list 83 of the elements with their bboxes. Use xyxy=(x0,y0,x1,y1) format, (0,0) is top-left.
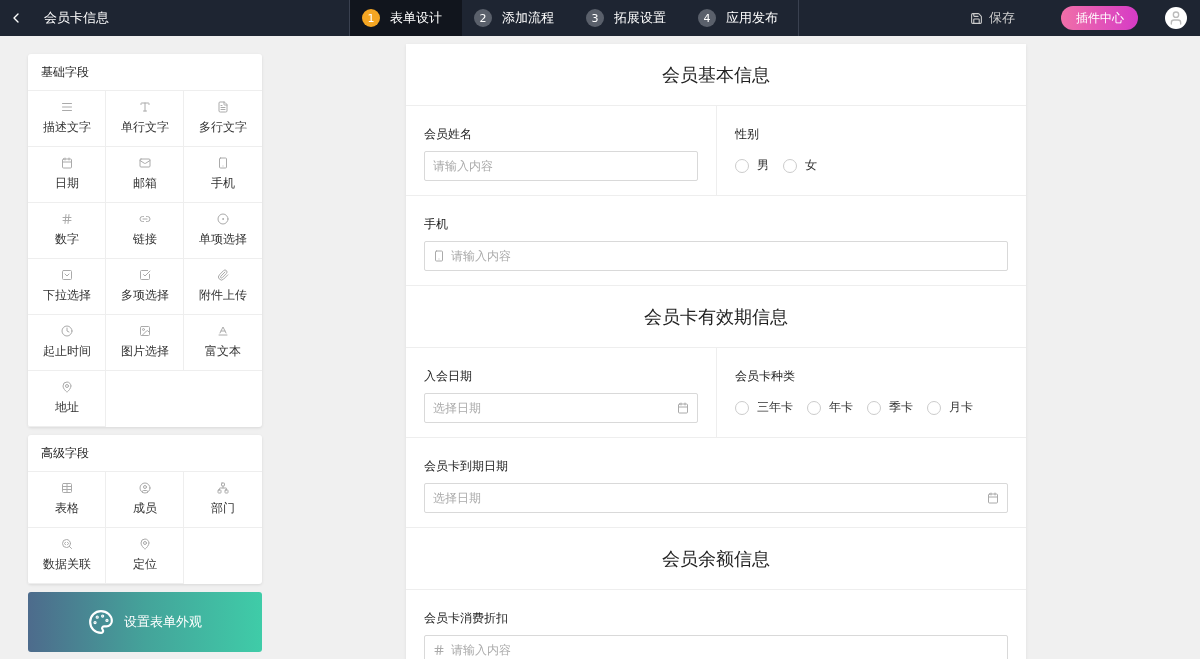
field-type-item[interactable]: 富文本 xyxy=(184,315,262,371)
step-number: 4 xyxy=(698,9,716,27)
step-number: 2 xyxy=(474,9,492,27)
field-type-item[interactable]: 附件上传 xyxy=(184,259,262,315)
field-type-item[interactable]: 链接 xyxy=(106,203,184,259)
field-type-item[interactable]: 成员 xyxy=(106,472,184,528)
calendar-icon xyxy=(987,492,999,504)
phone-icon xyxy=(433,250,445,262)
field-type-item[interactable]: 数据关联 xyxy=(28,528,106,584)
step-number: 1 xyxy=(362,9,380,27)
step-label: 表单设计 xyxy=(390,9,442,27)
field-type-item[interactable]: 图片选择 xyxy=(106,315,184,371)
map-pin-icon xyxy=(60,381,73,393)
radio-option[interactable]: 男 xyxy=(735,157,769,174)
field-type-item[interactable]: 地址 xyxy=(28,371,106,427)
step-label: 应用发布 xyxy=(726,9,778,27)
hash-icon xyxy=(60,213,73,225)
radio-icon xyxy=(217,213,229,225)
step-tab[interactable]: 3 拓展设置 xyxy=(574,0,686,36)
field-label: 会员卡到期日期 xyxy=(424,458,509,475)
link-icon xyxy=(138,213,151,225)
org-chart-icon xyxy=(217,482,229,494)
field-label: 会员卡种类 xyxy=(735,368,796,385)
palette-title: 高级字段 xyxy=(40,444,90,462)
field-type-item[interactable]: 部门 xyxy=(184,472,262,528)
avatar[interactable] xyxy=(1165,7,1187,29)
field-type-item[interactable]: 起止时间 xyxy=(28,315,106,371)
user-icon xyxy=(1168,10,1184,26)
phone-icon xyxy=(217,157,229,169)
field-type-item[interactable]: 表格 xyxy=(28,472,106,528)
field-label: 性别 xyxy=(735,126,760,143)
field-type-item[interactable]: 邮箱 xyxy=(106,147,184,203)
field-label: 手机 xyxy=(424,216,449,233)
radio-option[interactable]: 三年卡 xyxy=(735,399,793,416)
section-title: 会员卡有效期信息 xyxy=(406,286,1026,348)
step-tab[interactable]: 1 表单设计 xyxy=(350,0,462,36)
dropdown-icon xyxy=(60,269,73,281)
step-tab[interactable]: 4 应用发布 xyxy=(686,0,798,36)
field-type-item[interactable]: 下拉选择 xyxy=(28,259,106,315)
map-pin-icon xyxy=(138,538,151,550)
clock-icon xyxy=(60,325,73,337)
letter-icon xyxy=(217,325,229,337)
section-title: 会员基本信息 xyxy=(406,44,1026,106)
step-label: 添加流程 xyxy=(502,9,554,27)
mail-icon xyxy=(138,157,151,169)
paperclip-icon xyxy=(217,269,229,281)
field-type-item[interactable]: 手机 xyxy=(184,147,262,203)
radio-option[interactable]: 女 xyxy=(783,157,817,174)
page-title: 会员卡信息 xyxy=(44,9,110,27)
save-icon xyxy=(970,11,983,25)
radio-option[interactable]: 月卡 xyxy=(927,399,973,416)
image-icon xyxy=(138,325,151,337)
document-icon xyxy=(217,101,229,113)
step-tab[interactable]: 2 添加流程 xyxy=(462,0,574,36)
field-label: 会员姓名 xyxy=(424,126,473,143)
radio-option[interactable]: 年卡 xyxy=(807,399,853,416)
calendar-icon xyxy=(677,402,689,414)
checkbox-icon xyxy=(138,269,151,281)
save-button[interactable]: 保存 xyxy=(964,8,1021,28)
step-label: 拓展设置 xyxy=(614,9,666,27)
lines-icon xyxy=(60,101,73,113)
palette-title: 基础字段 xyxy=(40,63,90,81)
field-type-item[interactable]: 定位 xyxy=(106,528,184,584)
field-type-item[interactable]: 单项选择 xyxy=(184,203,262,259)
radio-option[interactable]: 季卡 xyxy=(867,399,913,416)
table-icon xyxy=(60,482,73,494)
section-title: 会员余额信息 xyxy=(406,528,1026,590)
hash-icon xyxy=(433,644,445,656)
field-type-item[interactable]: 描述文字 xyxy=(28,91,106,147)
field-label: 会员卡消费折扣 xyxy=(424,610,509,627)
palette-icon xyxy=(88,609,114,635)
field-type-item[interactable]: 数字 xyxy=(28,203,106,259)
field-type-item[interactable]: 单行文字 xyxy=(106,91,184,147)
step-number: 3 xyxy=(586,9,604,27)
field-type-item[interactable]: 日期 xyxy=(28,147,106,203)
banner-label: 设置表单外观 xyxy=(124,613,202,631)
field-label: 入会日期 xyxy=(424,368,473,385)
user-icon xyxy=(138,482,151,494)
text-icon xyxy=(138,101,151,113)
field-type-item[interactable]: 多项选择 xyxy=(106,259,184,315)
calendar-icon xyxy=(60,157,73,169)
search-icon xyxy=(60,538,73,550)
field-type-item[interactable]: 多行文字 xyxy=(184,91,262,147)
